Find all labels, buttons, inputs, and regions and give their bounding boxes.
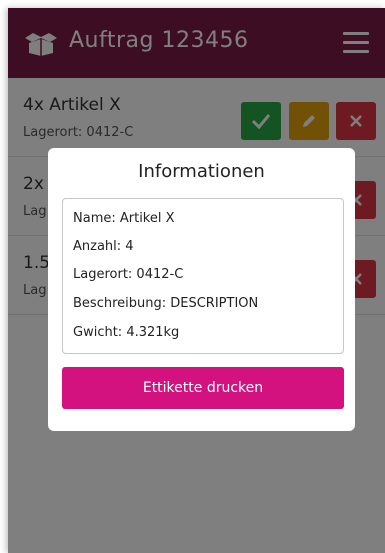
info-quantity: Anzahl: 4: [73, 239, 134, 254]
info-box: Name: Artikel X Anzahl: 4 Lagerort: 0412…: [62, 198, 344, 354]
info-description: Beschreibung: DESCRIPTION: [73, 296, 259, 311]
modal-title: Informationen: [138, 161, 265, 182]
info-location: Lagerort: 0412-C: [73, 267, 184, 282]
app-screen: Auftrag 123456 4x Artikel X Lagerort: 04…: [8, 8, 385, 553]
info-name: Name: Artikel X: [73, 211, 175, 226]
info-weight: Gwicht: 4.321kg: [73, 325, 180, 340]
print-label-button[interactable]: Ettikette drucken: [62, 367, 344, 409]
info-modal: Informationen Name: Artikel X Anzahl: 4 …: [48, 148, 355, 431]
